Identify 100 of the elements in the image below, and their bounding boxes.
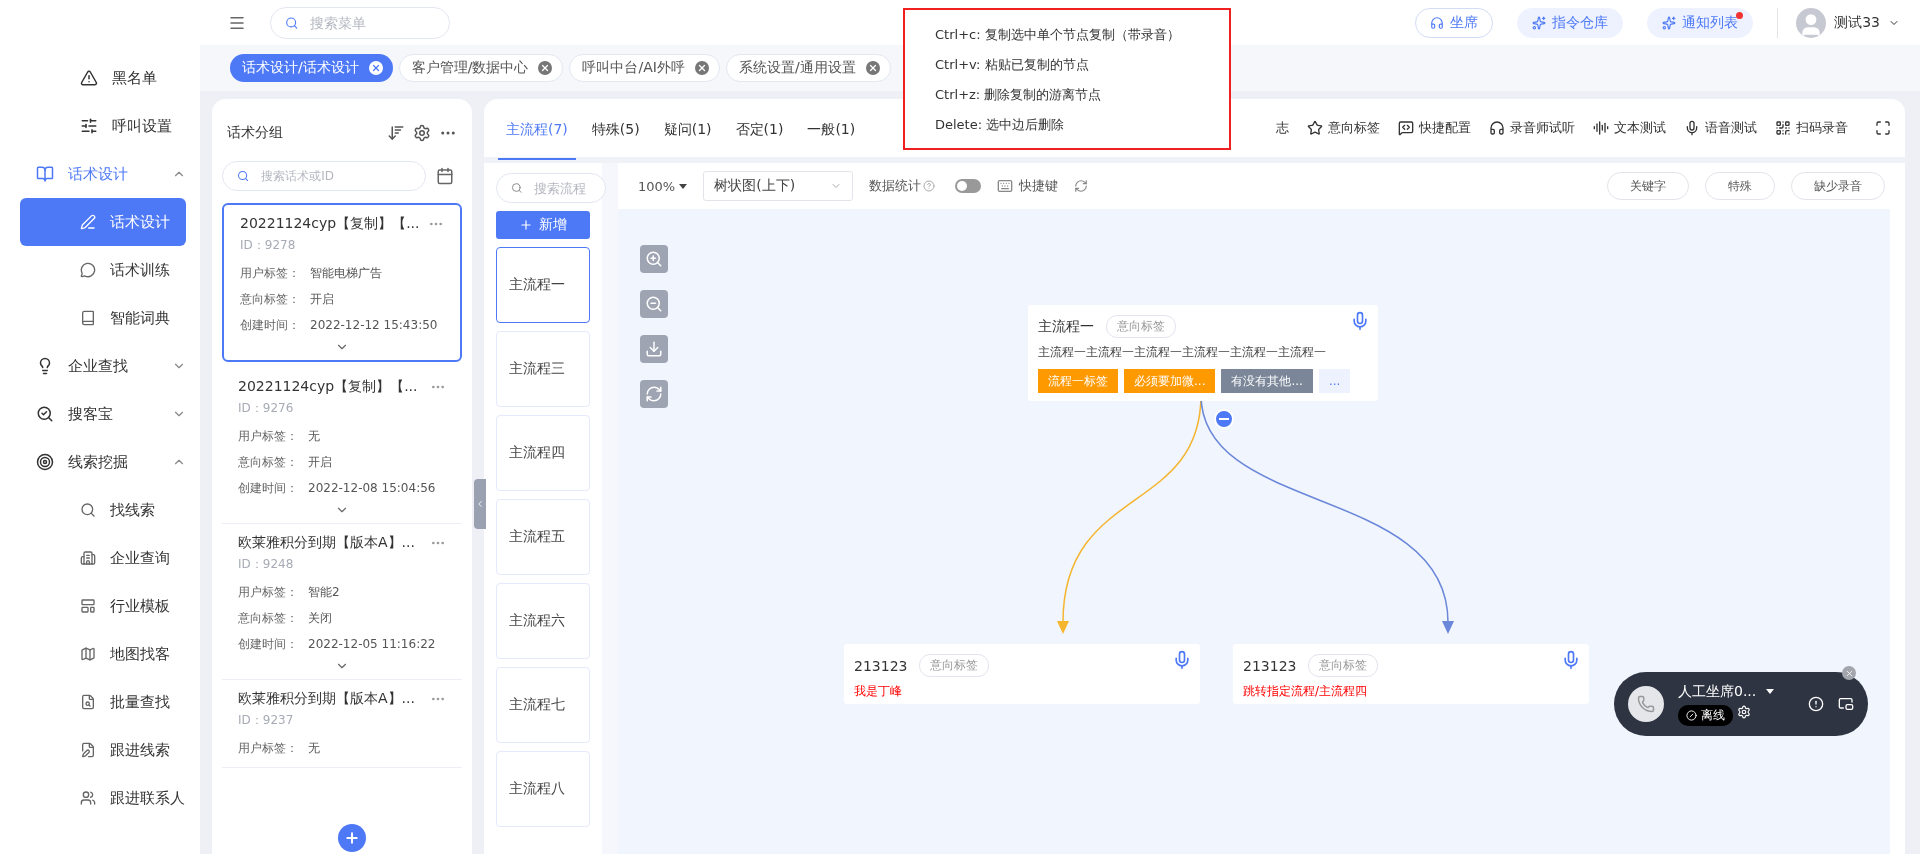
flow-node[interactable]: 213123 意向标签 跳转指定流程/主流程四: [1233, 644, 1589, 704]
flow-item[interactable]: 主流程一: [496, 247, 590, 323]
filter-button[interactable]: 关键字: [1607, 172, 1689, 200]
flow-type-tab[interactable]: 特殊(5): [583, 102, 648, 160]
node-text: 我是丁峰: [854, 683, 903, 700]
flow-type-tab[interactable]: 一般(1): [799, 102, 864, 160]
phone-icon[interactable]: [1628, 686, 1664, 722]
node-chip[interactable]: 有没有其他...: [1221, 369, 1313, 393]
sidebar-subitem[interactable]: 批量查找: [20, 678, 186, 726]
script-card[interactable]: 欧莱雅积分到期【版本A】... ID：9237 用户标签： 无: [222, 680, 462, 768]
toolbar-action[interactable]: 扫码录音: [1766, 119, 1857, 137]
layout-select[interactable]: 树状图(上下): [703, 171, 854, 201]
status-badge[interactable]: 离线: [1678, 704, 1733, 726]
panel-title: 话术分组: [227, 124, 284, 142]
agent-name[interactable]: 人工坐席0...: [1678, 682, 1757, 701]
script-search-input[interactable]: 搜索话术或ID: [259, 168, 411, 184]
button-icon: [1662, 15, 1677, 30]
toolbar-action[interactable]: 录音师试听: [1480, 119, 1584, 137]
add-button[interactable]: [338, 824, 366, 852]
user-name[interactable]: 测试33: [1834, 13, 1880, 32]
menu-search-field[interactable]: 搜索菜单: [270, 6, 450, 39]
node-chip[interactable]: ...: [1318, 369, 1351, 393]
keyboard-icon[interactable]: [997, 178, 1014, 194]
flow-item[interactable]: 主流程八: [496, 751, 590, 827]
sidebar-subitem[interactable]: 行业模板: [20, 582, 186, 630]
shortcut-line: Ctrl+c: 复制选中单个节点复制（带录音）: [935, 26, 1181, 44]
sidebar-subitem[interactable]: 跟进联系人: [20, 774, 186, 822]
flow-type-tab[interactable]: 否定(1): [727, 102, 792, 160]
flow-item[interactable]: 主流程三: [496, 331, 590, 407]
info-icon[interactable]: [1808, 696, 1824, 712]
add-flow-button[interactable]: 新增: [496, 211, 590, 239]
sidebar-item[interactable]: 话术设计: [20, 150, 186, 198]
flow-item[interactable]: 主流程七: [496, 667, 590, 743]
field-value: 智能2: [308, 583, 340, 601]
sidebar-subitem[interactable]: 企业查询: [20, 534, 186, 582]
header-button[interactable]: 通知列表: [1647, 7, 1754, 38]
sort-icon[interactable]: [387, 124, 405, 142]
script-card[interactable]: 欧莱雅积分到期【版本A】... ID：9248 用户标签： 智能2 意向标签： 关闭 创建时间： 2022-12-05 11:16:22: [222, 524, 462, 680]
mic-icon[interactable]: [1172, 650, 1192, 670]
filter-button[interactable]: 缺少录音: [1791, 172, 1885, 200]
collapse-handle[interactable]: [474, 479, 486, 529]
sidebar-item[interactable]: 企业查找: [20, 342, 186, 390]
sidebar-item[interactable]: 呼叫设置: [20, 102, 186, 150]
toolbar-action[interactable]: 志: [1267, 119, 1298, 137]
toolbar-action[interactable]: 语音测试: [1675, 119, 1766, 137]
script-card[interactable]: 20221124cyp【复制】【... ID：9276 用户标签： 无 意向标签： 开启 创建时间： 2022-12-08 15:04:56: [222, 368, 462, 524]
sidebar-subitem[interactable]: 找线索: [20, 486, 186, 534]
script-card[interactable]: 20221124cyp【复制】【... ID：9278 用户标签： 智能电梯广告 意向标签： 开启 创建时间： 2022-12-12 15:43:50: [222, 203, 462, 362]
menu-item-icon: [80, 742, 96, 758]
header-button[interactable]: 坐席: [1415, 7, 1494, 38]
field-value: 开启: [308, 453, 332, 471]
sidebar-subitem[interactable]: 跟进线索: [20, 726, 186, 774]
page-tab[interactable]: 客户管理/数据中心: [398, 54, 564, 82]
flow-type-tab[interactable]: 主流程(7): [498, 102, 576, 160]
flow-search-field[interactable]: 搜索流程: [496, 173, 606, 203]
flow-search-input[interactable]: 搜索流程: [532, 179, 591, 197]
collapse-node-icon[interactable]: [1214, 409, 1234, 429]
sidebar-subitem[interactable]: 话术设计: [20, 198, 186, 246]
refresh-icon[interactable]: [640, 380, 668, 408]
stats-toggle[interactable]: [955, 179, 982, 193]
flow-node[interactable]: 213123 意向标签 我是丁峰: [844, 644, 1200, 704]
filter-button[interactable]: 特殊: [1705, 172, 1775, 200]
calendar-icon[interactable]: [436, 167, 454, 185]
toolbar-action[interactable]: 文本测试: [1584, 119, 1675, 137]
settings-icon[interactable]: [413, 124, 431, 142]
sidebar-item[interactable]: 线索挖掘: [20, 438, 186, 486]
caret-icon[interactable]: [679, 183, 688, 189]
flow-item[interactable]: 主流程六: [496, 583, 590, 659]
flow-node[interactable]: 主流程一 意向标签 主流程一主流程一主流程一主流程一主流程一主流程一 流程一标签 必须要加微... 有没有其他... ...: [1028, 305, 1378, 401]
flow-type-tab[interactable]: 疑问(1): [655, 102, 720, 160]
menu-search-input[interactable]: 搜索菜单: [308, 13, 435, 32]
download-icon[interactable]: [640, 335, 668, 363]
sidebar-item[interactable]: 黑名单: [20, 54, 186, 102]
mic-icon[interactable]: [1561, 650, 1581, 670]
script-search-field[interactable]: 搜索话术或ID: [222, 161, 426, 191]
shortcut-label[interactable]: 快捷键: [1019, 177, 1059, 195]
sidebar-subitem[interactable]: 话术训练: [20, 246, 186, 294]
zoom-select[interactable]: 100%: [638, 178, 676, 194]
field-label: 创建时间：: [238, 479, 298, 497]
menu-item-icon: [80, 598, 96, 614]
page-tab[interactable]: 呼叫中台/AI外呼: [569, 54, 720, 82]
close-icon[interactable]: [1842, 666, 1856, 680]
flow-item[interactable]: 主流程四: [496, 415, 590, 491]
sidebar-subitem[interactable]: 地图找客: [20, 630, 186, 678]
flow-item[interactable]: 主流程五: [496, 499, 590, 575]
caret-icon[interactable]: [1766, 689, 1775, 694]
header-button[interactable]: 指令仓库: [1517, 7, 1624, 38]
action-icon: [1593, 120, 1609, 136]
zoom-out-icon[interactable]: [640, 290, 668, 318]
sidebar-item[interactable]: 搜客宝: [20, 390, 186, 438]
page-tab[interactable]: 系统设置/通用设置: [725, 54, 891, 82]
page-tab[interactable]: 话术设计/话术设计: [230, 54, 393, 82]
refresh-icon[interactable]: [1074, 179, 1089, 193]
toolbar-action[interactable]: 快捷配置: [1389, 119, 1480, 137]
sidebar-subitem[interactable]: 智能词典: [20, 294, 186, 342]
mic-icon[interactable]: [1350, 311, 1370, 331]
fullscreen-icon[interactable]: [1875, 120, 1891, 136]
toolbar-action[interactable]: 意向标签: [1298, 119, 1389, 137]
window-icon[interactable]: [1838, 696, 1854, 712]
zoom-in-icon[interactable]: [640, 245, 668, 273]
